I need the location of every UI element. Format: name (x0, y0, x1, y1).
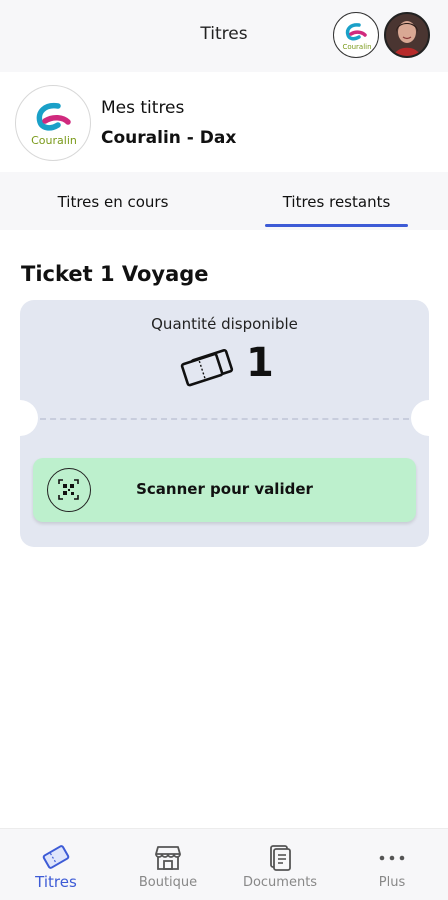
nav-label-titres: Titres (35, 873, 77, 891)
nav-label-boutique: Boutique (138, 875, 198, 890)
nav-item-documents[interactable]: Documents (230, 829, 330, 900)
ticket-icon (42, 845, 70, 869)
more-icon (379, 855, 405, 861)
tab-titres-restants[interactable]: Titres restants (265, 172, 408, 230)
network-info: Couralin Mes titres Couralin - Dax (0, 76, 448, 172)
nav-label-plus: Plus (378, 875, 406, 890)
nav-label-documents: Documents (242, 875, 318, 890)
shop-icon (155, 846, 181, 870)
user-avatar-icon (386, 14, 428, 56)
network-switch-button[interactable]: Couralin (333, 12, 379, 58)
active-tab-indicator (265, 224, 408, 227)
network-logo: Couralin (15, 85, 91, 161)
ticket-title: Ticket 1 Voyage (21, 262, 209, 286)
network-title: Mes titres (101, 98, 185, 118)
scan-button-label: Scanner pour valider (136, 480, 313, 498)
couralin-logo-icon: Couralin (342, 23, 372, 51)
tab-titres-en-cours[interactable]: Titres en cours (18, 172, 208, 230)
ticket-perforation (40, 418, 409, 420)
quantity-label: Quantité disponible (151, 315, 298, 333)
bottom-navigation: Titres Boutique Documents Plus (0, 828, 448, 900)
quantity-value: 1 (246, 340, 274, 386)
app-header: Titres Couralin (0, 0, 448, 72)
tab-bar: Titres en cours Titres restants (0, 172, 448, 230)
nav-item-plus[interactable]: Plus (342, 829, 442, 900)
tickets-icon (180, 348, 234, 387)
svg-text:Couralin: Couralin (342, 43, 371, 51)
page-title: Titres (200, 24, 248, 44)
ticket-card: Quantité disponible 1 Scanner pour valid… (20, 300, 429, 547)
scan-to-validate-button[interactable]: Scanner pour valider (33, 458, 416, 522)
network-name: Couralin - Dax (101, 128, 237, 148)
couralin-logo-icon: Couralin (31, 102, 77, 147)
svg-text:Couralin: Couralin (31, 134, 77, 147)
nav-item-titres[interactable]: Titres (6, 829, 106, 900)
nav-item-boutique[interactable]: Boutique (118, 829, 218, 900)
avatar[interactable] (384, 12, 430, 58)
ticket-notch-left (20, 400, 38, 436)
documents-icon (270, 845, 291, 871)
ticket-notch-right (411, 400, 429, 436)
